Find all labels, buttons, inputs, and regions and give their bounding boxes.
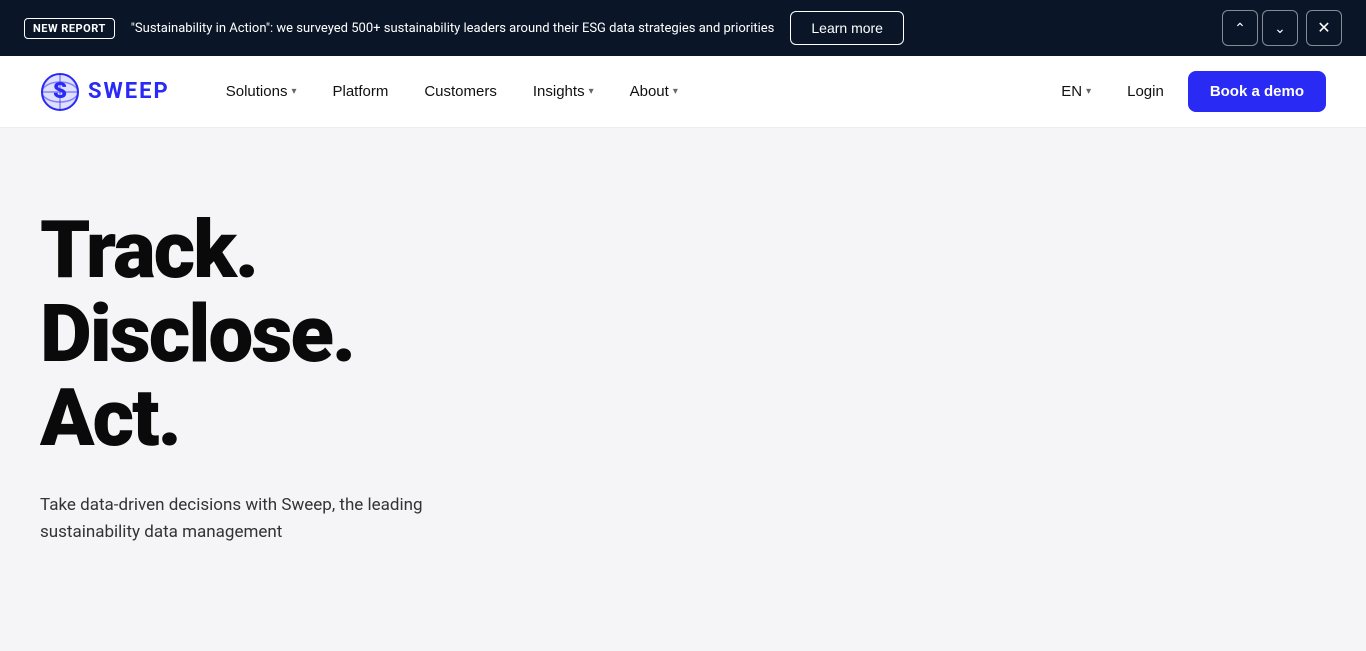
hero-subtext: Take data-driven decisions with Sweep, t… [40,492,440,546]
nav-links: Solutions ▾ Platform Customers Insights … [210,75,1050,108]
logo-text: SWEEP [88,79,170,104]
hero-line2: Disclose. [40,287,354,381]
hero-line3: Act. [40,371,180,465]
lang-chevron-icon: ▾ [1086,86,1091,97]
announcement-next-button[interactable]: ⌄ [1262,10,1298,46]
hero-headline: Track. Disclose. Act. [40,208,560,460]
chevron-up-icon: ⌃ [1234,20,1246,37]
announcement-controls: ⌃ ⌄ ✕ [1222,10,1342,46]
nav-item-solutions[interactable]: Solutions ▾ [210,75,313,108]
announcement-prev-button[interactable]: ⌃ [1222,10,1258,46]
close-icon: ✕ [1317,18,1330,38]
nav-item-about[interactable]: About ▾ [614,75,694,108]
nav-item-platform[interactable]: Platform [316,75,404,108]
book-demo-button[interactable]: Book a demo [1188,71,1326,112]
announcement-bar: NEW REPORT "Sustainability in Action": w… [0,0,1366,56]
nav-actions: EN ▾ Login Book a demo [1049,71,1326,112]
language-selector[interactable]: EN ▾ [1049,75,1103,108]
about-chevron-icon: ▾ [673,86,678,97]
nav-item-customers[interactable]: Customers [408,75,513,108]
solutions-chevron-icon: ▾ [291,86,296,97]
hero-line1: Track. [40,203,257,297]
announcement-close-button[interactable]: ✕ [1306,10,1342,46]
hero-content: Track. Disclose. Act. Take data-driven d… [40,208,560,546]
insights-chevron-icon: ▾ [589,86,594,97]
sweep-logo-icon: S [40,72,80,112]
hero-section: Track. Disclose. Act. Take data-driven d… [0,128,1366,648]
main-navbar: S SWEEP Solutions ▾ Platform Customers I… [0,56,1366,128]
nav-item-insights[interactable]: Insights ▾ [517,75,610,108]
chevron-down-icon: ⌄ [1274,20,1286,37]
learn-more-button[interactable]: Learn more [790,11,904,45]
logo-link[interactable]: S SWEEP [40,72,170,112]
announcement-content: NEW REPORT "Sustainability in Action": w… [24,11,1202,45]
announcement-text: "Sustainability in Action": we surveyed … [131,21,775,36]
login-button[interactable]: Login [1111,75,1180,108]
new-report-badge: NEW REPORT [24,18,115,39]
